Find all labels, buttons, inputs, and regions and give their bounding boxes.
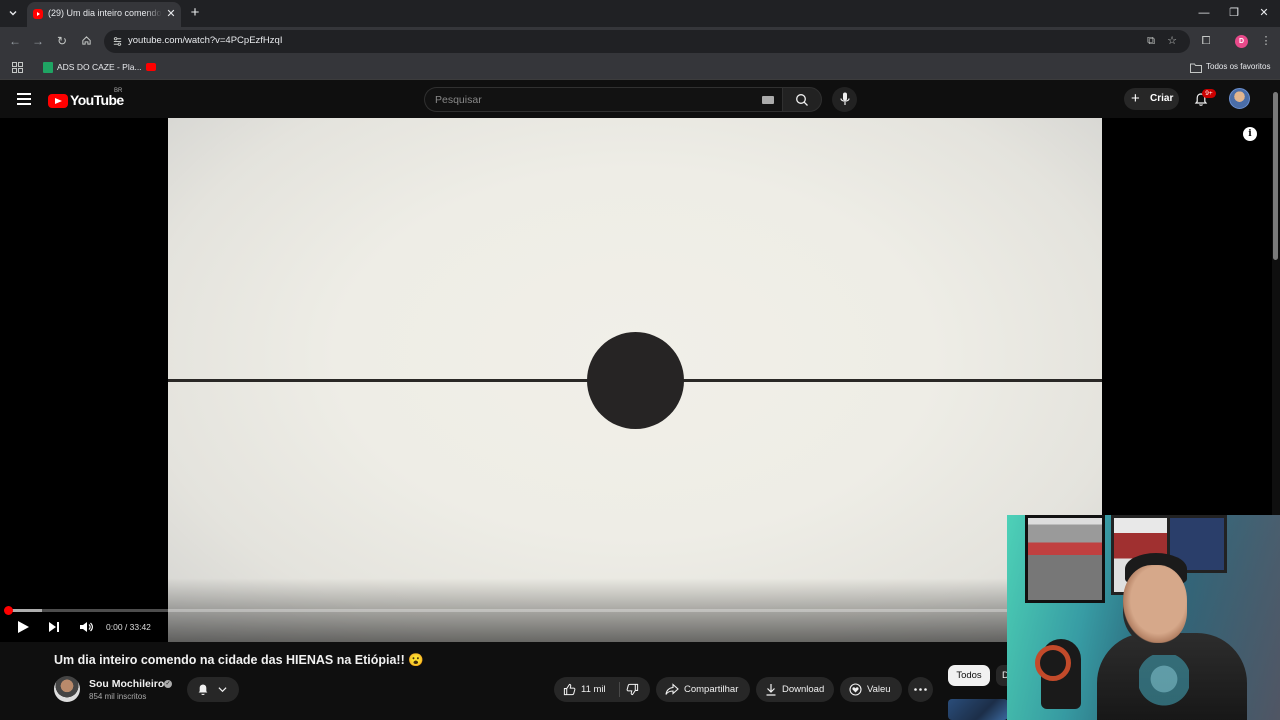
chevron-down-icon xyxy=(218,687,227,693)
voice-search-button[interactable] xyxy=(832,87,857,112)
more-horizontal-icon xyxy=(914,688,927,691)
bookmarks-bar: ADS DO CAZE - Pla... Todos os favoritos xyxy=(0,56,1280,80)
download-icon xyxy=(766,684,776,696)
video-title: Um dia inteiro comendo na cidade das HIE… xyxy=(54,653,424,667)
country-code: BR xyxy=(114,88,123,94)
youtube-logo-text: YouTube xyxy=(70,92,124,108)
install-app-icon[interactable]: ⧉ xyxy=(1144,34,1158,48)
video-frame[interactable] xyxy=(168,118,1102,642)
share-button[interactable]: Compartilhar xyxy=(656,677,750,702)
verified-badge-icon: ✓ xyxy=(164,680,172,688)
chrome-menu-icon[interactable]: ⋮ xyxy=(1259,34,1273,48)
bell-ringing-icon xyxy=(198,684,208,695)
page-scrollbar-thumb[interactable] xyxy=(1273,92,1278,260)
plus-icon: + xyxy=(1131,90,1140,107)
webcam-overlay xyxy=(1007,515,1280,720)
address-bar[interactable]: youtube.com/watch?v=4PCpEzfHzqI xyxy=(104,30,1190,53)
bookmark-ads[interactable]: ADS DO CAZE - Pla... xyxy=(57,62,142,72)
account-avatar[interactable] xyxy=(1229,88,1250,109)
folder-icon xyxy=(1190,63,1202,73)
all-bookmarks[interactable]: Todos os favoritos xyxy=(1206,62,1270,71)
site-settings-icon[interactable] xyxy=(112,36,123,47)
channel-avatar[interactable] xyxy=(54,676,80,702)
video-black-circle xyxy=(587,332,684,429)
youtube-icon[interactable] xyxy=(146,63,156,71)
search-button[interactable] xyxy=(782,87,822,112)
create-button[interactable]: + Criar xyxy=(1124,88,1179,110)
thanks-label: Valeu xyxy=(867,684,891,695)
next-video-icon[interactable] xyxy=(45,618,63,636)
webcam-person-head xyxy=(1123,565,1187,643)
new-tab-button[interactable]: + xyxy=(187,5,203,21)
browser-toolbar: ← → ↻ youtube.com/watch?v=4PCpEzfHzqI ⧉ … xyxy=(0,27,1280,56)
info-icon[interactable]: i xyxy=(1243,127,1257,141)
keyboard-icon[interactable] xyxy=(762,96,774,104)
chevron-down-icon xyxy=(9,11,17,16)
progress-buffered xyxy=(8,609,42,612)
thanks-heart-icon xyxy=(849,683,862,696)
like-count[interactable]: 11 mil xyxy=(581,684,606,695)
dislike-icon[interactable] xyxy=(626,683,639,696)
tab-search-button[interactable] xyxy=(4,4,22,22)
tab-title: (29) Um dia inteiro comendo na cidade da… xyxy=(48,8,162,18)
browser-tab-strip: (29) Um dia inteiro comendo na cidade da… xyxy=(0,0,1280,27)
browser-tab-active[interactable]: (29) Um dia inteiro comendo na cidade da… xyxy=(27,2,181,27)
like-dislike-group: 11 mil xyxy=(554,677,650,702)
search-icon xyxy=(796,94,808,106)
progress-scrubber-handle[interactable] xyxy=(4,606,13,615)
restore-window-icon[interactable]: ❐ xyxy=(1226,6,1242,20)
reload-icon[interactable]: ↻ xyxy=(55,34,69,48)
bookmark-star-icon[interactable]: ☆ xyxy=(1165,34,1179,48)
home-icon xyxy=(81,36,91,45)
like-icon[interactable] xyxy=(563,683,576,696)
play-icon[interactable] xyxy=(14,618,32,636)
search-placeholder: Pesquisar xyxy=(435,94,482,106)
notification-count-badge: 9+ xyxy=(1202,89,1216,98)
extensions-icon[interactable]: ⧠ xyxy=(1199,34,1213,48)
search-input[interactable]: Pesquisar xyxy=(424,87,782,112)
webcam-wall-poster xyxy=(1025,515,1105,603)
time-display: 0:00 / 33:42 xyxy=(106,622,151,632)
microphone-icon xyxy=(839,92,850,105)
like-divider xyxy=(619,682,620,697)
youtube-header: YouTube BR Pesquisar + Criar 9+ xyxy=(0,80,1280,118)
thanks-button[interactable]: Valeu xyxy=(840,677,902,702)
create-label: Criar xyxy=(1150,93,1174,104)
url-text: youtube.com/watch?v=4PCpEzfHzqI xyxy=(128,35,283,46)
share-label: Compartilhar xyxy=(684,684,739,695)
webcam-microphone-ring xyxy=(1035,645,1071,681)
download-label: Download xyxy=(782,684,825,695)
subscription-bell-button[interactable] xyxy=(187,677,239,702)
menu-icon[interactable] xyxy=(17,93,31,105)
profile-avatar[interactable]: D xyxy=(1235,35,1248,48)
forward-arrow-icon[interactable]: → xyxy=(31,34,45,48)
recommended-video-thumbnail[interactable] xyxy=(948,699,1008,720)
close-tab-icon[interactable]: ✕ xyxy=(164,7,178,21)
apps-grid-icon[interactable] xyxy=(12,62,23,73)
home-button[interactable] xyxy=(79,34,93,48)
channel-name[interactable]: Sou Mochileiro xyxy=(89,678,164,690)
youtube-favicon-icon xyxy=(33,9,43,19)
download-button[interactable]: Download xyxy=(756,677,834,702)
more-actions-button[interactable] xyxy=(908,677,933,702)
close-window-icon[interactable]: ✕ xyxy=(1256,6,1272,20)
webcam-shirt-print xyxy=(1139,655,1189,715)
filter-chip-todos[interactable]: Todos xyxy=(948,665,990,686)
share-icon xyxy=(665,683,679,695)
minimize-window-icon[interactable]: — xyxy=(1196,6,1212,20)
back-arrow-icon[interactable]: ← xyxy=(8,34,22,48)
subscriber-count: 854 mil inscritos xyxy=(89,692,147,701)
volume-icon[interactable] xyxy=(77,618,95,636)
youtube-play-logo-icon xyxy=(48,94,68,108)
sheets-icon xyxy=(43,62,53,73)
